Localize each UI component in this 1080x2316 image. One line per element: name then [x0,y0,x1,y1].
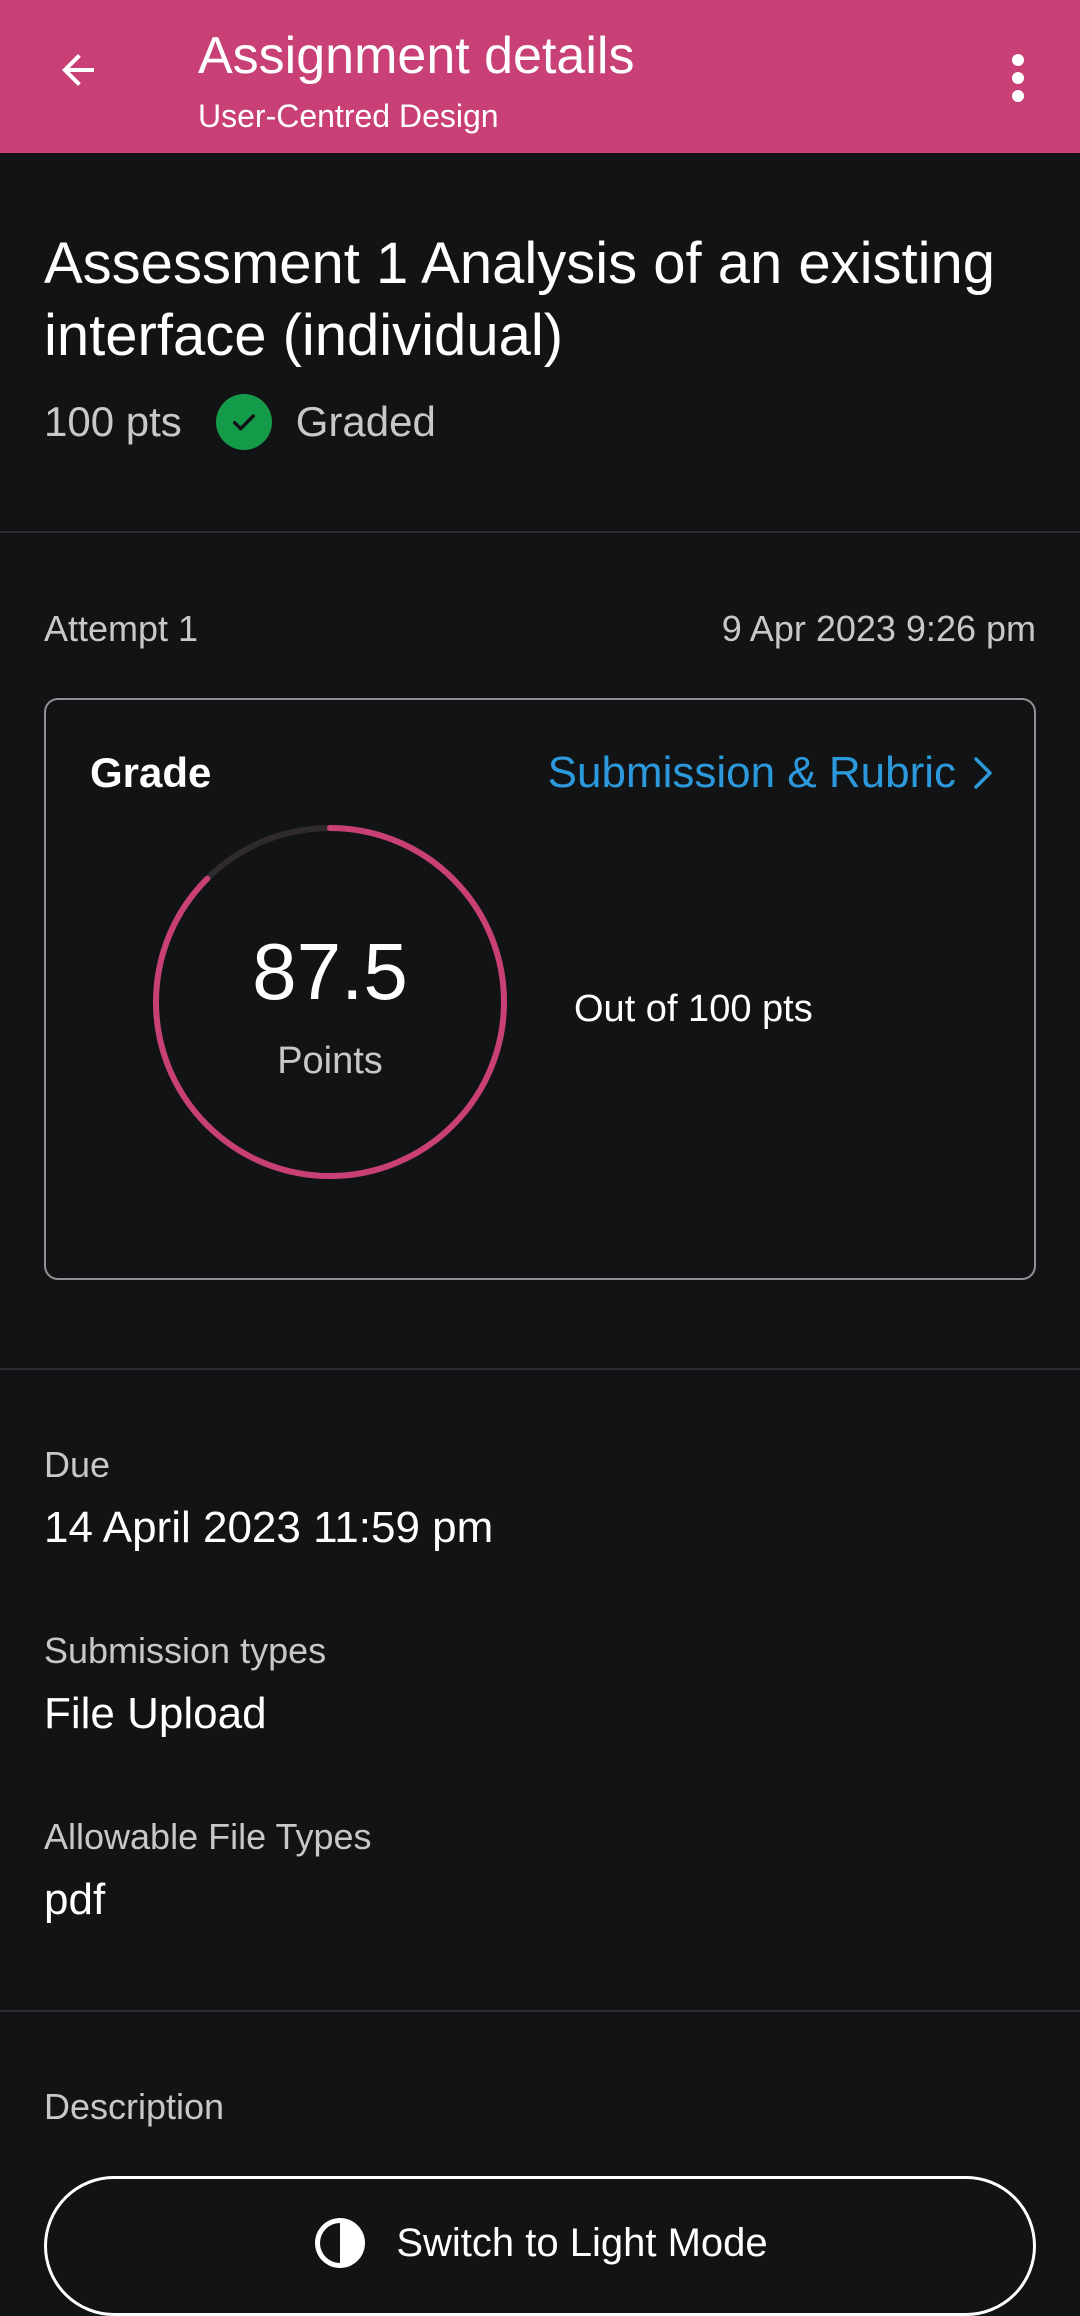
score-caption: Points [277,1040,383,1082]
due-value: 14 April 2023 11:59 pm [44,1503,494,1552]
assignment-title: Assessment 1 Analysis of an existing int… [44,231,996,368]
divider [0,2010,1080,2012]
points-possible: 100 pts [44,398,182,445]
app-bar: Assignment details User-Centred Design [0,0,1080,153]
grade-label: Grade [90,749,212,796]
attempt-label: Attempt 1 [44,608,199,649]
divider [0,1368,1080,1370]
status-label: Graded [295,398,436,445]
out-of-points: Out of 100 pts [574,988,813,1030]
submission-rubric-label: Submission & Rubric [547,748,956,797]
chevron-right-icon [972,755,994,791]
submission-rubric-link[interactable]: Submission & Rubric [548,748,994,798]
contrast-icon [312,2215,368,2271]
file-types-value: pdf [44,1875,106,1924]
score-value: 87.5 [252,927,408,1016]
page-title: Assignment details [198,27,635,85]
submission-types-value: File Upload [44,1689,267,1738]
due-label: Due [44,1444,111,1485]
more-options-button[interactable] [990,40,1046,116]
switch-theme-button[interactable]: Switch to Light Mode [44,2176,1036,2316]
score-ring: 87.5 Points [150,822,510,1182]
more-vertical-icon [1012,54,1024,102]
course-subtitle: User-Centred Design [198,98,499,134]
file-types-label: Allowable File Types [44,1816,372,1857]
submission-types-label: Submission types [44,1630,327,1671]
back-button[interactable] [40,32,116,108]
assignment-meta: 100 pts Graded [44,392,436,452]
switch-theme-label: Switch to Light Mode [396,2221,768,2265]
divider [0,531,1080,533]
description-label: Description [44,2086,225,2127]
graded-check-icon [215,394,272,450]
attempt-date: 9 Apr 2023 9:26 pm [721,608,1036,649]
arrow-left-icon [62,54,94,86]
grade-card: Grade Submission & Rubric 87.5 Points Ou… [44,698,1036,1280]
